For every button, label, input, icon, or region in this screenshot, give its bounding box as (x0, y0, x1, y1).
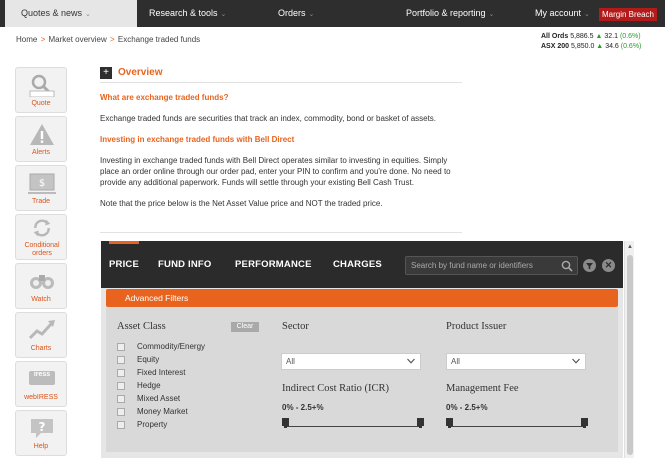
checkbox[interactable] (117, 369, 125, 377)
slider-min-handle[interactable] (446, 418, 453, 428)
index-row: All Ords 5,886.5 ▲ 32.1 (0.6%) (541, 33, 641, 40)
faq-question: Investing in exchange traded funds with … (100, 135, 295, 144)
product-issuer-select[interactable]: All (446, 353, 586, 370)
chart-icon (28, 320, 55, 340)
faq-answer: Exchange traded funds are securities tha… (100, 114, 437, 123)
overview-header: + Overview (100, 66, 462, 83)
sidebar-item-quote[interactable]: Quote (15, 67, 67, 113)
widget-scrollbar[interactable]: ▲ (624, 241, 634, 458)
chevron-down-icon: ⌄ (220, 11, 227, 18)
icr-range-slider[interactable] (282, 418, 424, 428)
icr-title: Indirect Cost Ratio (ICR) (282, 383, 390, 394)
top-navigation: Quotes & news ⌄ Research & tools ⌄ Orders ⌄… (0, 0, 665, 27)
sidebar-item-webiress[interactable]: iress webIRESS (15, 361, 67, 407)
margin-breach-badge[interactable]: Margin Breach (598, 8, 657, 21)
market-indices: All Ords 5,886.5 ▲ 32.1 (0.6%) ASX 200 5… (541, 32, 661, 52)
slider-max-handle[interactable] (581, 418, 588, 428)
nav-my-account[interactable]: My account ⌄ (535, 0, 590, 27)
advanced-filters-bar[interactable]: Advanced Filters (106, 289, 618, 307)
slider-track (448, 426, 586, 427)
slider-track (284, 426, 422, 427)
slider-max-handle[interactable] (417, 418, 424, 428)
breadcrumb-separator: > (40, 35, 46, 44)
close-icon[interactable]: ✕ (602, 259, 615, 272)
advanced-filters-panel: Asset Class Clear Commodity/Energy Equit… (106, 307, 618, 452)
tab-performance[interactable]: PERFORMANCE (235, 259, 312, 270)
nav-orders[interactable]: Orders ⌄ (278, 0, 314, 27)
sidebar-item-trade[interactable]: $ Trade (15, 165, 67, 211)
chevron-down-icon (407, 358, 415, 364)
overview-title: Overview (118, 67, 163, 78)
fee-range-slider[interactable] (446, 418, 588, 428)
chevron-down-icon: ⌄ (308, 11, 315, 18)
filter-icon[interactable] (583, 259, 596, 272)
checkbox[interactable] (117, 343, 125, 351)
divider (100, 232, 462, 233)
recycle-icon (33, 219, 51, 237)
magnifier-icon (29, 74, 55, 97)
sidebar-item-charts[interactable]: Charts (15, 312, 67, 358)
expand-toggle[interactable]: + (100, 67, 112, 79)
breadcrumb-home[interactable]: Home (16, 35, 37, 44)
svg-text:?: ? (39, 420, 46, 434)
warning-icon (30, 124, 54, 145)
sidebar-item-conditional-orders[interactable]: Conditional orders (15, 214, 67, 260)
chevron-down-icon (572, 358, 580, 364)
slider-min-handle[interactable] (282, 418, 289, 428)
binoculars-icon (30, 275, 54, 289)
nav-research-tools[interactable]: Research & tools ⌄ (149, 0, 226, 27)
nav-portfolio-reporting[interactable]: Portfolio & reporting ⌄ (406, 0, 494, 27)
left-sidebar: Quote Alerts $ Trade Conditional orders (15, 67, 67, 458)
sector-title: Sector (282, 321, 309, 332)
scroll-thumb[interactable] (627, 255, 633, 455)
active-tab-indicator (109, 241, 139, 244)
asset-class-title: Asset Class (117, 321, 166, 332)
index-row: ASX 200 5,850.0 ▲ 34.6 (0.6%) (541, 43, 642, 50)
chevron-down-icon: ⌄ (488, 11, 495, 18)
faq-answer: Investing in exchange traded funds with … (100, 156, 451, 187)
price-note: Note that the price below is the Net Ass… (100, 199, 383, 208)
tab-fund-info[interactable]: FUND INFO (158, 259, 212, 270)
checkbox[interactable] (117, 408, 125, 416)
fund-search-input[interactable] (405, 256, 578, 275)
nav-quotes-news[interactable]: Quotes & news ⌄ (5, 0, 137, 27)
sidebar-item-help[interactable]: ? Help (15, 410, 67, 456)
faq-question: What are exchange traded funds? (100, 93, 229, 102)
scroll-up-icon[interactable]: ▲ (627, 244, 633, 250)
fee-range-label: 0% - 2.5+% (446, 403, 488, 412)
breadcrumb-market-overview[interactable]: Market overview (48, 35, 106, 44)
checkbox[interactable] (117, 395, 125, 403)
tab-charges[interactable]: CHARGES (333, 259, 382, 270)
search-icon[interactable] (561, 260, 573, 272)
management-fee-title: Management Fee (446, 383, 519, 394)
icr-range-label: 0% - 2.5+% (282, 403, 324, 412)
checkbox[interactable] (117, 356, 125, 364)
clear-button[interactable]: Clear (231, 322, 259, 332)
checkbox[interactable] (117, 382, 125, 390)
fund-screener-toolbar: PRICE FUND INFO PERFORMANCE CHARGES ✕ (101, 241, 623, 288)
breadcrumb-current: Exchange traded funds (117, 35, 201, 44)
iress-badge: iress (33, 371, 51, 378)
sidebar-item-watch[interactable]: Watch (15, 263, 67, 309)
tab-price[interactable]: PRICE (109, 259, 139, 270)
help-icon: ? (31, 419, 53, 438)
checkbox[interactable] (117, 421, 125, 429)
chevron-down-icon: ⌄ (584, 11, 590, 18)
chevron-down-icon: ⌄ (85, 11, 91, 18)
breadcrumb: Home > Market overview > Exchange traded… (16, 35, 200, 44)
svg-text:$: $ (39, 178, 45, 189)
fund-screener: PRICE FUND INFO PERFORMANCE CHARGES ✕ Ad… (101, 241, 623, 458)
sector-select[interactable]: All (281, 353, 421, 370)
product-issuer-title: Product Issuer (446, 321, 507, 332)
up-arrow-icon: ▲ (596, 43, 604, 50)
sidebar-item-alerts[interactable]: Alerts (15, 116, 67, 162)
cash-icon: $ (28, 173, 56, 194)
breadcrumb-separator: > (109, 35, 115, 44)
up-arrow-icon: ▲ (595, 33, 603, 40)
